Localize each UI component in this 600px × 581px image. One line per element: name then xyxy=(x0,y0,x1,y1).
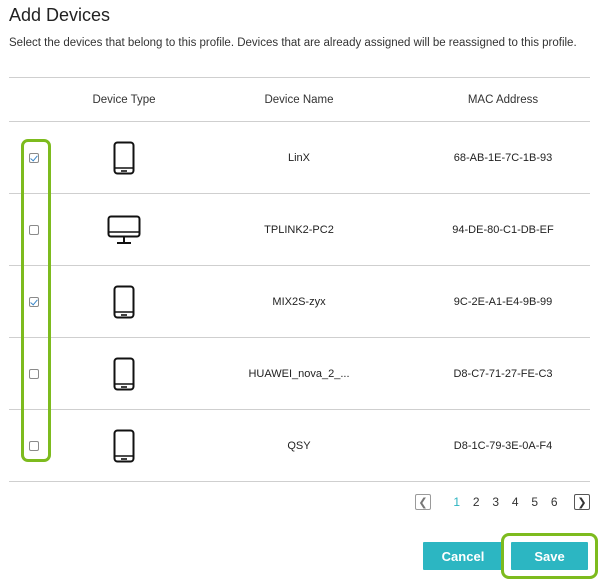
page-link-4[interactable]: 4 xyxy=(506,495,526,509)
row-checkbox-cell xyxy=(19,410,49,481)
table-row: MIX2S-zyx 9C-2E-A1-E4-9B-99 xyxy=(9,266,590,338)
device-type-cell xyxy=(69,410,179,481)
chevron-right-icon[interactable]: ❯ xyxy=(574,494,590,510)
row-checkbox[interactable] xyxy=(29,224,39,235)
device-name: HUAWEI_nova_2_... xyxy=(248,367,350,380)
device-name: LinX xyxy=(287,151,311,164)
smartphone-icon xyxy=(113,141,135,175)
pagination: ❮ 1 2 3 4 5 6 ❯ xyxy=(415,494,590,510)
smartphone-icon xyxy=(113,285,135,319)
page-link-2[interactable]: 2 xyxy=(467,495,487,509)
device-type-cell xyxy=(69,194,179,265)
cancel-button[interactable]: Cancel xyxy=(423,542,503,570)
page-link-5[interactable]: 5 xyxy=(525,495,545,509)
header-select xyxy=(19,78,49,121)
device-name: MIX2S-zyx xyxy=(272,295,326,308)
row-checkbox-cell xyxy=(19,122,49,193)
row-checkbox-cell xyxy=(19,338,49,409)
smartphone-icon xyxy=(113,357,135,391)
dialog-description: Select the devices that belong to this p… xyxy=(9,37,577,49)
table-row: HUAWEI_nova_2_... D8-C7-71-27-FE-C3 xyxy=(9,338,590,410)
device-mac: 9C-2E-A1-E4-9B-99 xyxy=(453,295,553,308)
save-button[interactable]: Save xyxy=(511,542,588,570)
table-header: Device Type Device Name MAC Address xyxy=(9,77,590,122)
table-row: QSY D8-1C-79-3E-0A-F4 xyxy=(9,410,590,482)
row-checkbox-cell xyxy=(19,266,49,337)
device-name: QSY xyxy=(287,439,311,452)
devices-table: Device Type Device Name MAC Address LinX… xyxy=(9,77,590,482)
row-checkbox[interactable] xyxy=(29,296,39,307)
row-checkbox[interactable] xyxy=(29,368,39,379)
dialog-title: Add Devices xyxy=(9,5,111,25)
row-checkbox[interactable] xyxy=(29,440,39,451)
device-mac: D8-C7-71-27-FE-C3 xyxy=(453,367,553,380)
table-row: LinX 68-AB-1E-7C-1B-93 xyxy=(9,122,590,194)
row-checkbox[interactable] xyxy=(29,152,39,163)
device-mac: 68-AB-1E-7C-1B-93 xyxy=(453,151,553,164)
device-type-cell xyxy=(69,122,179,193)
page-link-1[interactable]: 1 xyxy=(447,495,467,509)
page-link-6[interactable]: 6 xyxy=(545,495,565,509)
header-mac-address: MAC Address xyxy=(467,93,539,106)
row-checkbox-cell xyxy=(19,194,49,265)
header-device-name: Device Name xyxy=(264,93,334,106)
device-mac: D8-1C-79-3E-0A-F4 xyxy=(453,439,553,452)
smartphone-icon xyxy=(113,429,135,463)
device-type-cell xyxy=(69,266,179,337)
device-name: TPLINK2-PC2 xyxy=(264,223,334,236)
device-type-cell xyxy=(69,338,179,409)
desktop-pc-icon xyxy=(107,215,141,245)
table-row: TPLINK2-PC2 94-DE-80-C1-DB-EF xyxy=(9,194,590,266)
header-device-type: Device Type xyxy=(92,93,156,106)
page-link-3[interactable]: 3 xyxy=(486,495,506,509)
chevron-left-icon[interactable]: ❮ xyxy=(415,494,431,510)
device-mac: 94-DE-80-C1-DB-EF xyxy=(452,223,554,236)
